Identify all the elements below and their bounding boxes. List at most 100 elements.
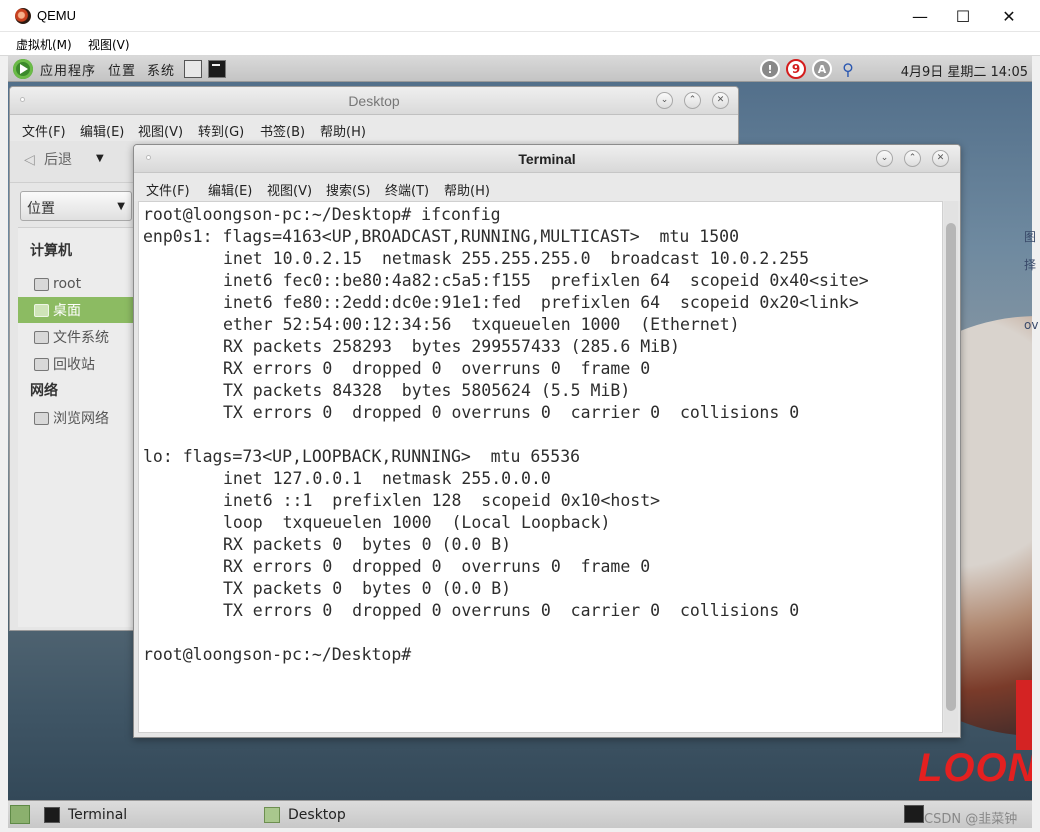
sidebar-item-label: root — [53, 276, 82, 292]
terminal-line: inet6 ::1 prefixlen 128 scopeid 0x10<hos… — [223, 491, 661, 510]
terminal-title-bar[interactable]: Terminal ⌄ ⌃ ✕ — [134, 145, 960, 173]
panel-clock[interactable]: 4月9日 星期二 14:05 — [901, 61, 1028, 80]
input-method-icon[interactable]: A — [812, 59, 832, 79]
user-switch-icon[interactable]: ⚲ — [838, 59, 858, 79]
qemu-logo-icon — [15, 8, 31, 24]
close-icon[interactable]: ✕ — [712, 92, 729, 109]
sidebar-item-label: 回收站 — [53, 357, 95, 373]
sidebar-item-label: 文件系统 — [53, 330, 109, 346]
close-button[interactable]: ✕ — [986, 0, 1032, 32]
term-menu-file[interactable]: 文件(F) — [146, 180, 190, 199]
terminal-scrollbar[interactable] — [944, 201, 958, 733]
back-history-dropdown-icon[interactable]: ▼ — [96, 153, 104, 164]
text-editor-launcher-icon[interactable] — [184, 60, 202, 78]
file-manager-title-bar[interactable]: Desktop ⌄ ⌃ ✕ — [10, 87, 738, 115]
terminal-line: root@loongson-pc:~/Desktop# ifconfig — [143, 205, 501, 224]
maximize-icon[interactable]: ⌃ — [684, 92, 701, 109]
scrollbar-thumb[interactable] — [946, 223, 956, 711]
menu-places[interactable]: 位置 — [108, 60, 136, 79]
info-icon[interactable]: ! — [760, 59, 780, 79]
fm-menu-file[interactable]: 文件(F) — [22, 121, 66, 140]
back-label: 后退 — [44, 152, 72, 168]
term-menu-search[interactable]: 搜索(S) — [326, 180, 370, 199]
term-menu-edit[interactable]: 编辑(E) — [208, 180, 252, 199]
fm-menu-bookmarks[interactable]: 书签(B) — [260, 121, 305, 140]
back-button[interactable]: ◁ 后退 — [24, 149, 72, 169]
maximize-button[interactable]: ☐ — [940, 0, 986, 32]
menu-applications[interactable]: 应用程序 — [40, 60, 96, 79]
fm-menu-edit[interactable]: 编辑(E) — [80, 121, 124, 140]
main-menu-icon[interactable] — [13, 59, 33, 79]
terminal-icon — [44, 806, 60, 823]
terminal-title: Terminal — [518, 151, 576, 167]
menu-virtual-machine[interactable]: 虚拟机(M) — [16, 36, 72, 53]
guest-top-panel: 应用程序 位置 系统 ! 9 A ⚲ 4月9日 星期二 14:05 — [8, 56, 1032, 82]
desktop-folder-icon — [34, 303, 49, 317]
fm-menu-view[interactable]: 视图(V) — [138, 121, 183, 140]
terminal-line: inet6 fe80::2edd:dc0e:91e1:fed prefixlen… — [223, 293, 859, 312]
folder-icon — [264, 806, 280, 823]
minimize-icon[interactable]: ⌄ — [876, 150, 893, 167]
wallpaper-brand-text: LOON — [918, 746, 1032, 790]
term-menu-help[interactable]: 帮助(H) — [444, 180, 490, 199]
taskbar-item-desktop[interactable]: Desktop — [264, 803, 346, 826]
taskbar-item-terminal[interactable]: Terminal — [44, 803, 127, 826]
terminal-output[interactable]: root@loongson-pc:~/Desktop# ifconfig enp0… — [138, 201, 943, 733]
workspace-terminal-icon — [904, 805, 924, 823]
terminal-line: root@loongson-pc:~/Desktop# — [143, 645, 412, 664]
terminal-line: RX errors 0 dropped 0 overruns 0 frame 0 — [223, 557, 651, 576]
taskbar-item-label: Terminal — [68, 806, 128, 823]
places-sidebar: 计算机 root 桌面 文件系统 回收站 网络 浏览网络 — [18, 227, 142, 627]
sidebar-item-root[interactable]: root — [18, 271, 142, 297]
terminal-line: inet 10.0.2.15 netmask 255.255.255.0 bro… — [223, 249, 810, 268]
terminal-line: loop txqueuelen 1000 (Local Loopback) — [223, 513, 611, 532]
wallpaper-logo-mark — [1016, 680, 1032, 750]
terminal-menu-bar: 文件(F) 编辑(E) 视图(V) 搜索(S) 终端(T) 帮助(H) — [134, 173, 960, 201]
menu-system[interactable]: 系统 — [147, 60, 175, 79]
sidebar-item-browse-network[interactable]: 浏览网络 — [18, 405, 142, 431]
terminal-line: enp0s1: flags=4163<UP,BROADCAST,RUNNING,… — [143, 227, 740, 246]
side-hint: ov — [1024, 318, 1039, 332]
drive-icon — [34, 330, 49, 344]
sidebar-header-network: 网络 — [30, 383, 58, 399]
fm-menu-help[interactable]: 帮助(H) — [320, 121, 366, 140]
terminal-line: RX packets 258293 bytes 299557433 (285.6… — [223, 337, 680, 356]
qemu-title-bar: QEMU — ☐ ✕ — [0, 0, 1040, 32]
minimize-button[interactable]: — — [897, 0, 943, 32]
maximize-icon[interactable]: ⌃ — [904, 150, 921, 167]
sidebar-item-trash[interactable]: 回收站 — [18, 351, 142, 377]
fm-menu-go[interactable]: 转到(G) — [198, 121, 244, 140]
term-menu-terminal[interactable]: 终端(T) — [385, 180, 429, 199]
network-icon — [34, 411, 49, 425]
terminal-line: lo: flags=73<UP,LOOPBACK,RUNNING> mtu 65… — [143, 447, 581, 466]
sidebar-item-label: 桌面 — [53, 303, 81, 319]
sidebar-item-label: 浏览网络 — [53, 411, 109, 427]
sidebar-item-filesystem[interactable]: 文件系统 — [18, 324, 142, 350]
close-icon[interactable]: ✕ — [932, 150, 949, 167]
terminal-launcher-icon[interactable] — [208, 60, 226, 78]
qemu-menu-bar: 虚拟机(M) 视图(V) — [0, 32, 1040, 56]
show-desktop-icon[interactable] — [10, 805, 30, 824]
side-hint: 择 — [1024, 258, 1037, 272]
qemu-window-title: QEMU — [37, 8, 76, 23]
workspace-switcher[interactable]: CSDN @韭菜钟 — [904, 803, 1032, 827]
terminal-line: inet6 fec0::be80:4a82:c5a5:f155 prefixle… — [223, 271, 869, 290]
notification-badge[interactable]: 9 — [786, 59, 806, 79]
csdn-watermark: CSDN @韭菜钟 — [924, 812, 1018, 827]
location-combo[interactable]: 位置 ▼ — [20, 191, 132, 221]
menu-view[interactable]: 视图(V) — [88, 36, 130, 53]
guest-bottom-panel: Terminal Desktop CSDN @韭菜钟 — [8, 800, 1032, 828]
sidebar-header-computer: 计算机 — [30, 243, 72, 259]
file-manager-menu-bar: 文件(F) 编辑(E) 视图(V) 转到(G) 书签(B) 帮助(H) — [10, 115, 738, 141]
terminal-line: RX errors 0 dropped 0 overruns 0 frame 0 — [223, 359, 651, 378]
chevron-down-icon: ▼ — [117, 201, 125, 212]
trash-icon — [34, 357, 49, 371]
minimize-icon[interactable]: ⌄ — [656, 92, 673, 109]
side-hint: 图 — [1024, 230, 1037, 244]
terminal-window: Terminal ⌄ ⌃ ✕ 文件(F) 编辑(E) 视图(V) 搜索(S) 终… — [133, 144, 961, 738]
term-menu-view[interactable]: 视图(V) — [267, 180, 312, 199]
sidebar-item-desktop[interactable]: 桌面 — [18, 297, 142, 323]
taskbar-item-label: Desktop — [288, 806, 346, 823]
